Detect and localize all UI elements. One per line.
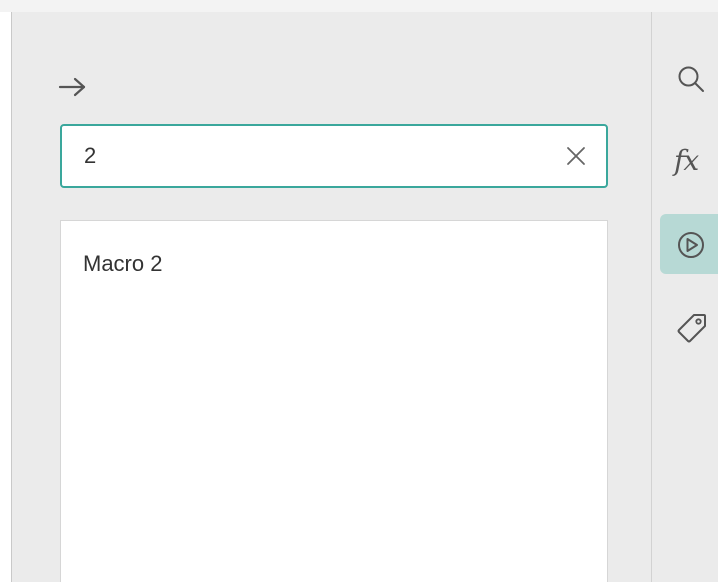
function-icon: fx (674, 144, 699, 177)
rail-tags-button[interactable] (660, 296, 718, 356)
rail-functions-button[interactable]: fx (660, 132, 718, 192)
list-item[interactable]: Macro 2 (61, 245, 607, 285)
top-strip (0, 0, 718, 12)
list-item-label: Macro 2 (83, 251, 163, 276)
side-rail: fx (652, 12, 718, 582)
search-input[interactable] (84, 126, 554, 186)
clear-search-button[interactable] (564, 144, 588, 168)
play-circle-icon (678, 232, 704, 258)
arrow-right-icon[interactable] (58, 76, 88, 98)
search-box (60, 124, 608, 188)
search-icon (678, 66, 704, 92)
document-edge (0, 12, 12, 582)
macro-list: Macro 2 (60, 220, 608, 582)
rail-search-button[interactable] (660, 48, 718, 108)
app-window: Macro 2 fx (0, 0, 718, 582)
close-icon (567, 147, 585, 165)
tag-icon (677, 314, 706, 343)
rail-macros-button[interactable] (660, 214, 718, 274)
